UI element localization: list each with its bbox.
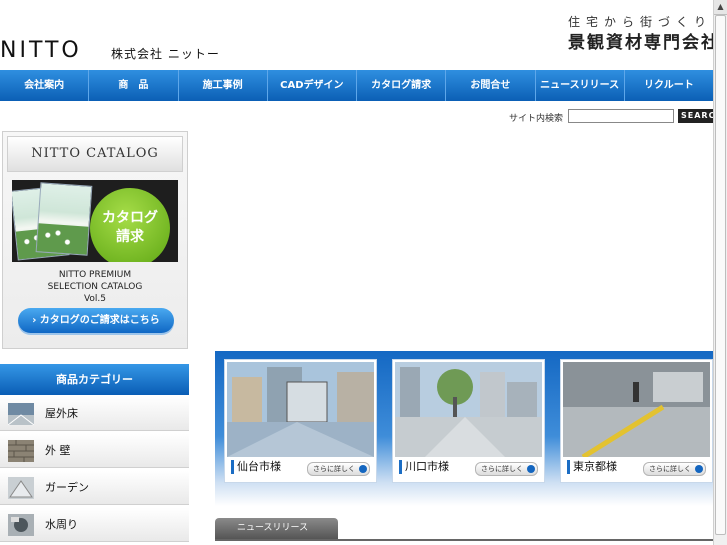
catalog-text-line-1: NITTO PREMIUM bbox=[58, 270, 132, 280]
case-study-banner: 仙台市様 さらに詳しく 川口市様 さらに詳しく 東京都様 さらに詳しく bbox=[215, 351, 713, 506]
more-button[interactable]: さらに詳しく bbox=[643, 462, 706, 476]
case-photo bbox=[395, 362, 542, 457]
category-item-exterior-wall[interactable]: 外 壁 bbox=[0, 434, 189, 468]
category-list: 屋外床 外 壁 ガーデン 水周り bbox=[0, 397, 189, 545]
scrollbar-thumb[interactable] bbox=[715, 15, 726, 535]
search-label: サイト内検索 bbox=[509, 114, 564, 124]
more-button[interactable]: さらに詳しく bbox=[475, 462, 538, 476]
nav-item-news[interactable]: ニュースリリース bbox=[536, 70, 625, 101]
nav-item-cases[interactable]: 施工事例 bbox=[179, 70, 268, 101]
category-label: 屋外床 bbox=[45, 407, 78, 420]
nav-item-contact[interactable]: お問合せ bbox=[446, 70, 536, 101]
catalog-text-line-3: Vol.5 bbox=[83, 294, 107, 304]
catalog-request-badge[interactable]: カタログ 請求 bbox=[90, 188, 170, 262]
arrow-circle-icon bbox=[359, 465, 367, 473]
global-nav: 会社案内 商 品 施工事例 CADデザイン カタログ請求 お問合せ ニュースリリ… bbox=[0, 70, 713, 101]
category-label: ガーデン bbox=[45, 481, 89, 494]
search-input[interactable] bbox=[568, 109, 674, 123]
case-card[interactable]: 川口市様 さらに詳しく bbox=[392, 359, 545, 483]
badge-line-1: カタログ bbox=[102, 210, 158, 226]
tagline-main: 景観資材専門会社 bbox=[568, 33, 720, 53]
exterior-wall-icon bbox=[8, 440, 34, 462]
news-divider bbox=[215, 539, 713, 541]
nav-item-catalog[interactable]: カタログ請求 bbox=[357, 70, 447, 101]
chevron-right-icon: › bbox=[32, 315, 37, 326]
arrow-circle-icon bbox=[527, 465, 535, 473]
outdoor-floor-icon bbox=[8, 403, 34, 425]
nav-item-company[interactable]: 会社案内 bbox=[0, 70, 90, 101]
category-label: 外 壁 bbox=[45, 444, 71, 457]
catalog-description: NITTO PREMIUM SELECTION CATALOG Vol.5 bbox=[3, 269, 187, 305]
case-photo bbox=[563, 362, 710, 457]
case-card[interactable]: 仙台市様 さらに詳しく bbox=[224, 359, 377, 483]
case-label: 仙台市様 bbox=[231, 460, 281, 474]
nav-item-products[interactable]: 商 品 bbox=[89, 70, 179, 101]
nav-item-cad[interactable]: CADデザイン bbox=[268, 70, 357, 101]
water-feature-icon bbox=[8, 514, 34, 536]
news-heading-tab[interactable]: ニュースリリース bbox=[215, 518, 338, 539]
catalog-request-button[interactable]: › カタログのご請求はこちら bbox=[18, 308, 174, 333]
catalog-text-line-2: SELECTION CATALOG bbox=[47, 282, 143, 292]
garden-icon bbox=[8, 477, 34, 499]
case-label: 東京都様 bbox=[567, 460, 617, 474]
more-label: さらに詳しく bbox=[649, 465, 691, 473]
catalog-image[interactable]: カタログ 請求 bbox=[12, 180, 178, 262]
category-label: 水周り bbox=[45, 518, 78, 531]
case-card[interactable]: 東京都様 さらに詳しく bbox=[560, 359, 713, 483]
category-heading: 商品カテゴリー bbox=[0, 364, 189, 395]
company-name: 株式会社 ニットー bbox=[111, 47, 220, 61]
catalog-title: NITTO CATALOG bbox=[7, 136, 183, 172]
catalog-book-image bbox=[35, 182, 93, 256]
nav-item-recruit[interactable]: リクルート bbox=[625, 70, 713, 101]
site-logo[interactable]: NITTO bbox=[0, 38, 82, 63]
more-label: さらに詳しく bbox=[313, 465, 355, 473]
catalog-panel: NITTO CATALOG カタログ 請求 NITTO PREMIUM SELE… bbox=[2, 131, 188, 349]
scroll-up-arrow-icon[interactable]: ▲ bbox=[714, 0, 727, 15]
category-item-water[interactable]: 水周り bbox=[0, 508, 189, 542]
case-label: 川口市様 bbox=[399, 460, 449, 474]
catalog-request-label: カタログのご請求はこちら bbox=[39, 315, 160, 326]
badge-line-2: 請求 bbox=[116, 229, 144, 245]
case-photo bbox=[227, 362, 374, 457]
category-item-outdoor-floor[interactable]: 屋外床 bbox=[0, 397, 189, 431]
more-label: さらに詳しく bbox=[481, 465, 523, 473]
arrow-circle-icon bbox=[695, 465, 703, 473]
vertical-scrollbar[interactable]: ▲ bbox=[713, 0, 727, 545]
search-button[interactable]: SEARCH bbox=[678, 109, 713, 123]
category-item-garden[interactable]: ガーデン bbox=[0, 471, 189, 505]
more-button[interactable]: さらに詳しく bbox=[307, 462, 370, 476]
